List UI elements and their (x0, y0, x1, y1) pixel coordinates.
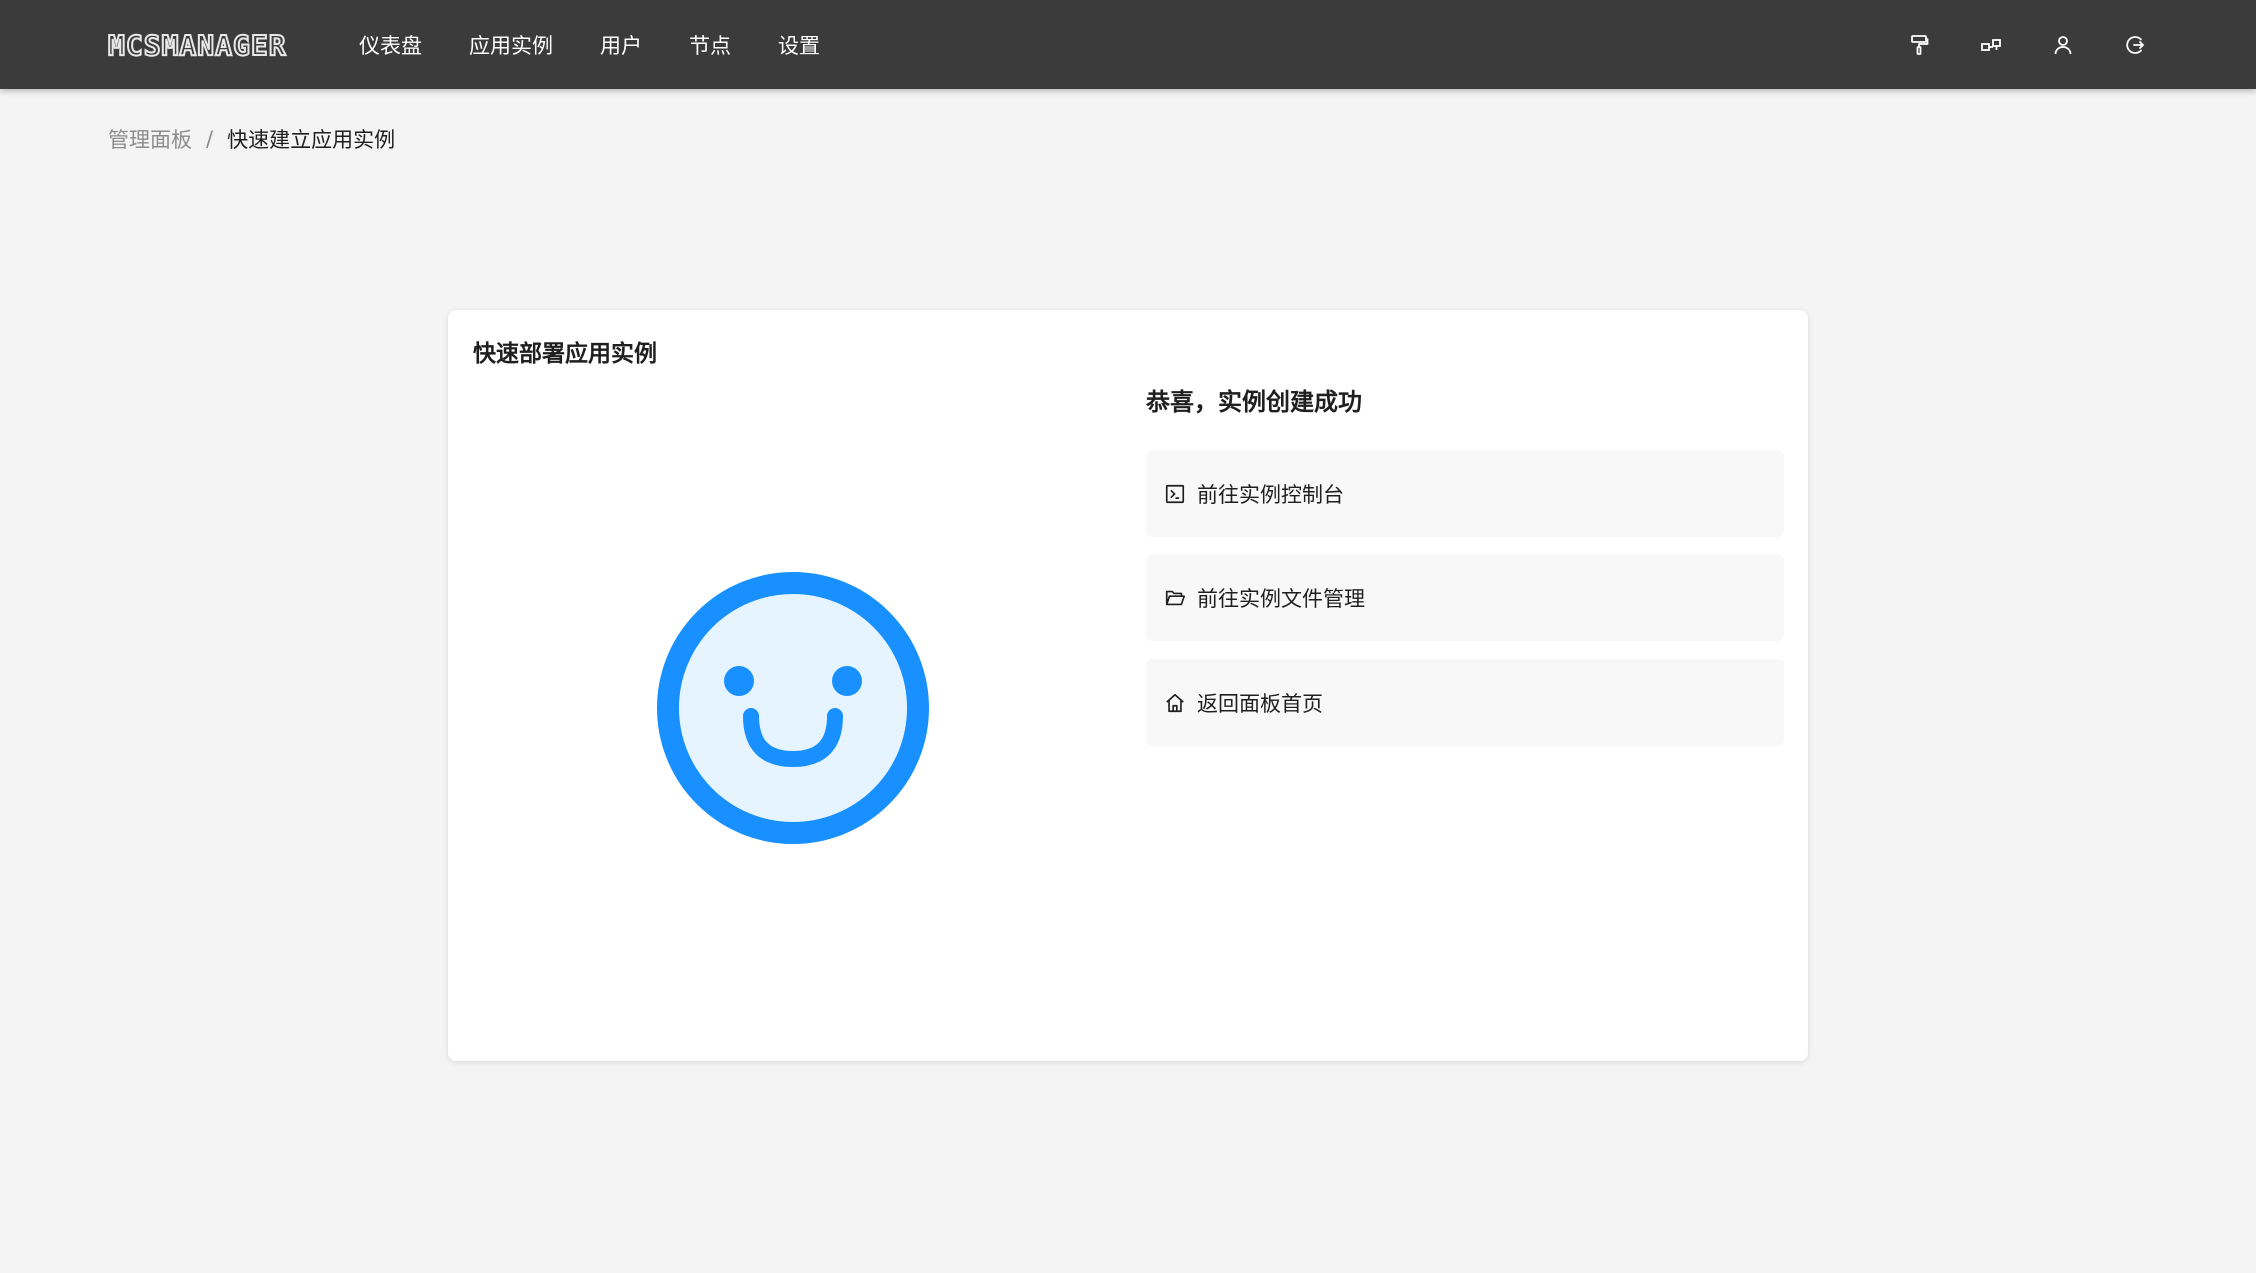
top-navbar: MCSMANAGER 仪表盘 应用实例 用户 节点 设置 (0, 0, 2256, 89)
success-title: 恭喜，实例创建成功 (1146, 388, 1362, 416)
main-nav: 仪表盘 应用实例 用户 节点 设置 (359, 0, 867, 89)
paint-roller-icon[interactable] (1906, 32, 1932, 58)
breadcrumb-root[interactable]: 管理面板 (108, 124, 192, 154)
breadcrumb-separator: / (206, 127, 214, 151)
terminal-icon (1163, 482, 1187, 506)
cluster-icon[interactable] (1978, 32, 2004, 58)
home-icon (1163, 691, 1187, 715)
goto-file-manager-button[interactable]: 前往实例文件管理 (1146, 554, 1784, 641)
breadcrumb-current: 快速建立应用实例 (227, 128, 396, 152)
card-title: 快速部署应用实例 (473, 341, 657, 367)
smiley-face-icon (657, 572, 929, 844)
logout-icon[interactable] (2122, 32, 2148, 58)
mcsmanager-logo[interactable]: MCSMANAGER (107, 30, 287, 62)
goto-console-label: 前往实例控制台 (1197, 482, 1344, 507)
nav-settings[interactable]: 设置 (778, 30, 820, 60)
goto-console-button[interactable]: 前往实例控制台 (1146, 450, 1784, 537)
back-to-home-button[interactable]: 返回面板首页 (1146, 659, 1784, 746)
nav-instances[interactable]: 应用实例 (469, 30, 553, 60)
nav-dashboard[interactable]: 仪表盘 (359, 30, 422, 60)
breadcrumb: 管理面板 / 快速建立应用实例 (108, 124, 395, 154)
top-right-actions (1860, 0, 2148, 89)
quick-deploy-card: 快速部署应用实例 恭喜，实例创建成功 前往实例控制台 前往实例文件管理 返回面板… (448, 310, 1808, 1061)
nav-users[interactable]: 用户 (600, 30, 642, 60)
back-to-home-label: 返回面板首页 (1197, 691, 1323, 716)
goto-file-manager-label: 前往实例文件管理 (1197, 586, 1365, 611)
folder-open-icon (1163, 586, 1187, 610)
nav-nodes[interactable]: 节点 (689, 30, 731, 60)
user-icon[interactable] (2050, 32, 2076, 58)
